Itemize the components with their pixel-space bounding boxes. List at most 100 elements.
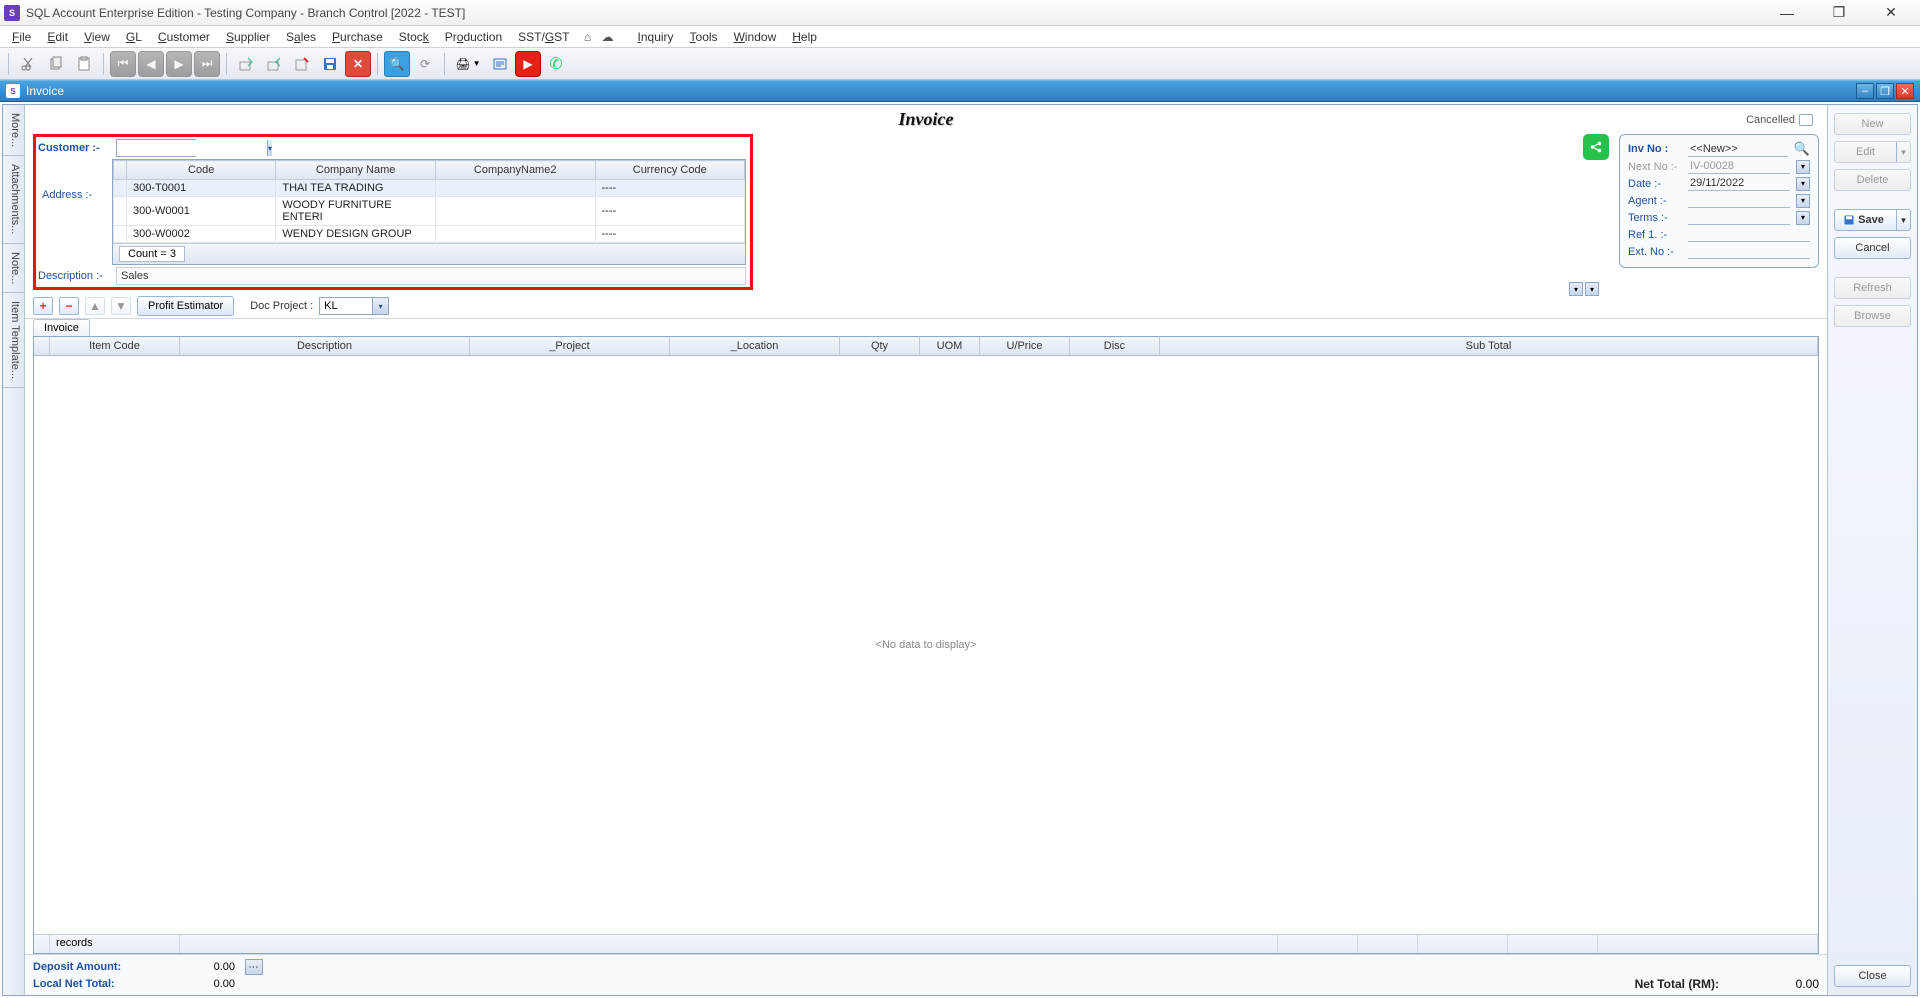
grid-header-col[interactable] — [34, 337, 50, 355]
grid-header-col[interactable]: UOM — [920, 337, 980, 355]
terms-value[interactable] — [1688, 210, 1790, 225]
menu-sales[interactable]: Sales — [280, 28, 322, 46]
delete-toolbar-button[interactable]: ✕ — [345, 51, 371, 77]
doc-project-dropdown-button[interactable]: ▾ — [372, 298, 388, 314]
menu-tools[interactable]: Tools — [684, 28, 724, 46]
export-button[interactable] — [261, 51, 287, 77]
ext-dd2[interactable]: ▾ — [1585, 282, 1599, 296]
preview-button[interactable] — [487, 51, 513, 77]
window-close-button[interactable]: ✕ — [1874, 3, 1908, 23]
customer-combo-dropdown-button[interactable]: ▾ — [267, 140, 272, 156]
menu-inquiry[interactable]: Inquiry — [632, 28, 680, 46]
paste-button[interactable] — [71, 51, 97, 77]
side-tab-more[interactable]: More... — [3, 105, 24, 156]
extno-value[interactable] — [1688, 244, 1810, 259]
save-toolbar-button[interactable] — [317, 51, 343, 77]
nav-first-button[interactable]: ⏮ — [110, 51, 136, 77]
ext-dd1[interactable]: ▾ — [1569, 282, 1583, 296]
doc-project-combo[interactable]: KL ▾ — [319, 297, 389, 315]
menu-sstgst[interactable]: SST/GST — [512, 28, 575, 46]
menu-edit[interactable]: Edit — [41, 28, 74, 46]
menu-supplier[interactable]: Supplier — [220, 28, 276, 46]
dd-header-currency[interactable]: Currency Code — [595, 161, 745, 180]
grid-header-col[interactable]: U/Price — [980, 337, 1070, 355]
menu-customer[interactable]: Customer — [152, 28, 216, 46]
menu-production[interactable]: Production — [439, 28, 508, 46]
cancel-button[interactable]: Cancel — [1834, 237, 1911, 259]
dd-header-code[interactable]: Code — [127, 161, 276, 180]
close-button[interactable]: Close — [1834, 965, 1911, 987]
menu-stock[interactable]: Stock — [393, 28, 435, 46]
side-tab-item-template[interactable]: Item Template... — [3, 293, 24, 388]
invno-value[interactable]: <<New>> — [1688, 142, 1788, 157]
search-toolbar-button[interactable]: 🔍 — [384, 51, 410, 77]
menu-view[interactable]: View — [78, 28, 116, 46]
browse-button[interactable]: Browse — [1834, 305, 1911, 327]
side-tab-attachments[interactable]: Attachments... — [3, 156, 24, 243]
window-minimize-button[interactable]: — — [1770, 3, 1804, 23]
delete-button[interactable]: Delete — [1834, 169, 1911, 191]
subwindow-restore-button[interactable]: ❐ — [1876, 83, 1894, 99]
save-dropdown-arrow[interactable]: ▼ — [1896, 210, 1910, 230]
customer-combo[interactable]: ▾ — [116, 139, 196, 157]
grid-header-col[interactable]: Disc — [1070, 337, 1160, 355]
menu-purchase[interactable]: Purchase — [326, 28, 389, 46]
dd-header-company2[interactable]: CompanyName2 — [435, 161, 595, 180]
dd-header-company[interactable]: Company Name — [276, 161, 436, 180]
menu-window[interactable]: Window — [728, 28, 783, 46]
whatsapp-button[interactable]: ✆ — [543, 51, 569, 77]
agent-dropdown-button[interactable]: ▾ — [1796, 194, 1810, 208]
save-button[interactable]: Save ▼ — [1834, 209, 1911, 231]
edit-button[interactable]: Edit ▼ — [1834, 141, 1911, 163]
subwindow-close-button[interactable]: ✕ — [1896, 83, 1914, 99]
youtube-button[interactable]: ▶ — [515, 51, 541, 77]
grid-header-col[interactable]: Sub Total — [1160, 337, 1818, 355]
subwindow-minimize-button[interactable]: – — [1856, 83, 1874, 99]
refresh-toolbar-button[interactable]: ⟳ — [412, 51, 438, 77]
ref1-value[interactable] — [1688, 227, 1810, 242]
terms-dropdown-button[interactable]: ▾ — [1796, 211, 1810, 225]
move-up-button[interactable]: ▲ — [85, 297, 105, 315]
cut-button[interactable] — [15, 51, 41, 77]
customer-input[interactable] — [117, 140, 267, 156]
grid-header-col[interactable]: _Location — [670, 337, 840, 355]
new-button[interactable]: New — [1834, 113, 1911, 135]
menu-gl[interactable]: GL — [120, 28, 148, 46]
print-button[interactable]: 🖨▼ — [451, 51, 485, 77]
grid-header-col[interactable]: Item Code — [50, 337, 180, 355]
add-row-button[interactable]: + — [33, 297, 53, 315]
nav-prev-button[interactable]: ◀ — [138, 51, 164, 77]
share-button[interactable] — [1583, 134, 1609, 160]
profit-estimator-button[interactable]: Profit Estimator — [137, 296, 234, 316]
customer-dropdown-grid[interactable]: Code Company Name CompanyName2 Currency … — [112, 159, 746, 265]
nextno-dropdown-button[interactable]: ▾ — [1796, 160, 1810, 174]
tab-invoice[interactable]: Invoice — [33, 319, 90, 336]
description-value[interactable]: Sales — [116, 267, 746, 285]
date-value[interactable]: 29/11/2022 — [1688, 176, 1790, 191]
dd-row[interactable]: 300-T0001THAI TEA TRADING---- — [114, 180, 745, 197]
date-dropdown-button[interactable]: ▾ — [1796, 177, 1810, 191]
home-icon[interactable]: ⌂ — [580, 29, 596, 45]
grid-header-col[interactable]: Description — [180, 337, 470, 355]
export2-button[interactable] — [289, 51, 315, 77]
move-down-button[interactable]: ▼ — [111, 297, 131, 315]
import-button[interactable] — [233, 51, 259, 77]
side-tab-note[interactable]: Note... — [3, 244, 24, 293]
grid-header-col[interactable]: Qty — [840, 337, 920, 355]
dd-row[interactable]: 300-W0001WOODY FURNITURE ENTERI---- — [114, 197, 745, 226]
remove-row-button[interactable]: − — [59, 297, 79, 315]
cancelled-checkbox-row[interactable]: Cancelled — [1746, 114, 1813, 126]
edit-dropdown-arrow[interactable]: ▼ — [1896, 142, 1910, 162]
cloud-icon[interactable]: ☁ — [600, 29, 616, 45]
dd-row[interactable]: 300-W0002WENDY DESIGN GROUP---- — [114, 226, 745, 243]
deposit-lookup-button[interactable]: ⋯ — [245, 959, 263, 975]
window-restore-button[interactable]: ❐ — [1822, 3, 1856, 23]
agent-value[interactable] — [1688, 193, 1790, 208]
menu-file[interactable]: File — [6, 28, 37, 46]
refresh-button[interactable]: Refresh — [1834, 277, 1911, 299]
cancelled-checkbox[interactable] — [1799, 114, 1813, 126]
nav-last-button[interactable]: ⏭ — [194, 51, 220, 77]
menu-help[interactable]: Help — [786, 28, 823, 46]
copy-button[interactable] — [43, 51, 69, 77]
grid-header-col[interactable]: _Project — [470, 337, 670, 355]
